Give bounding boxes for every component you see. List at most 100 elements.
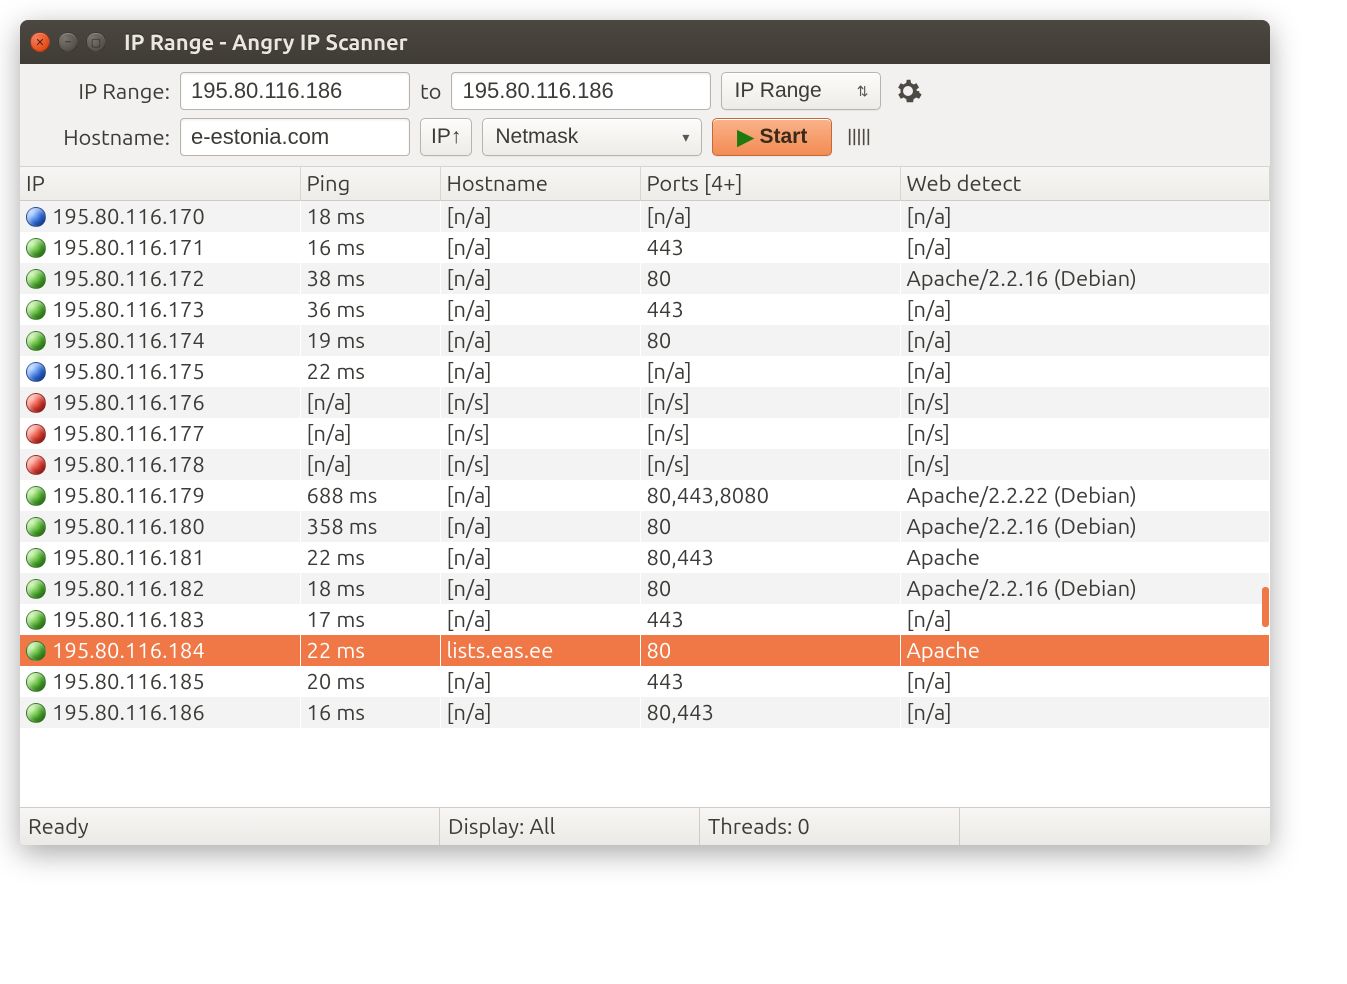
cell-ping: 18 ms — [300, 201, 440, 233]
close-icon[interactable]: ✕ — [30, 32, 50, 52]
table-row[interactable]: 195.80.116.18520 ms[n/a]443[n/a] — [20, 666, 1270, 697]
cell-hostname: lists.eas.ee — [440, 635, 640, 666]
list-menu-icon[interactable] — [842, 120, 876, 154]
cell-ping: 22 ms — [300, 356, 440, 387]
cell-ip: 195.80.116.182 — [52, 576, 205, 601]
cell-ports: 80,443 — [640, 542, 900, 573]
cell-ports: 80 — [640, 573, 900, 604]
cell-ip: 195.80.116.179 — [52, 483, 205, 508]
status-spacer — [960, 808, 1270, 845]
status-threads: Threads: 0 — [700, 808, 960, 845]
status-red-icon — [26, 424, 46, 444]
cell-hostname: [n/a] — [440, 325, 640, 356]
scrollbar-thumb[interactable] — [1262, 587, 1269, 627]
hostname-label: Hostname: — [30, 125, 170, 150]
table-header-row: IP Ping Hostname Ports [4+] Web detect — [20, 167, 1270, 201]
cell-ip: 195.80.116.186 — [52, 700, 205, 725]
mode-select[interactable]: IP Range ⇅ — [721, 72, 881, 110]
results-table: IP Ping Hostname Ports [4+] Web detect 1… — [20, 167, 1270, 728]
col-ports[interactable]: Ports [4+] — [640, 167, 900, 201]
maximize-icon[interactable]: ▢ — [86, 32, 106, 52]
table-row[interactable]: 195.80.116.178[n/a][n/s][n/s][n/s] — [20, 449, 1270, 480]
col-ip[interactable]: IP — [20, 167, 300, 201]
table-row[interactable]: 195.80.116.17419 ms[n/a]80[n/a] — [20, 325, 1270, 356]
cell-ping: [n/a] — [300, 387, 440, 418]
col-webdetect[interactable]: Web detect — [900, 167, 1270, 201]
cell-ip: 195.80.116.175 — [52, 359, 205, 384]
cell-hostname: [n/a] — [440, 356, 640, 387]
table-row[interactable]: 195.80.116.180358 ms[n/a]80Apache/2.2.16… — [20, 511, 1270, 542]
cell-ports: [n/s] — [640, 387, 900, 418]
cell-hostname: [n/a] — [440, 201, 640, 233]
cell-ping: 16 ms — [300, 697, 440, 728]
cell-webdetect: [n/a] — [900, 201, 1270, 233]
cell-webdetect: [n/a] — [900, 356, 1270, 387]
table-row[interactable]: 195.80.116.18122 ms[n/a]80,443Apache — [20, 542, 1270, 573]
cell-webdetect: Apache — [900, 542, 1270, 573]
status-green-icon — [26, 269, 46, 289]
cell-ip: 195.80.116.172 — [52, 266, 205, 291]
minimize-icon[interactable]: – — [58, 32, 78, 52]
table-row[interactable]: 195.80.116.17522 ms[n/a][n/a][n/a] — [20, 356, 1270, 387]
status-green-icon — [26, 610, 46, 630]
cell-hostname: [n/s] — [440, 387, 640, 418]
cell-ports: 443 — [640, 666, 900, 697]
cell-ping: [n/a] — [300, 449, 440, 480]
cell-hostname: [n/a] — [440, 232, 640, 263]
table-row[interactable]: 195.80.116.18616 ms[n/a]80,443[n/a] — [20, 697, 1270, 728]
ip-up-label: IP↑ — [431, 125, 461, 149]
cell-webdetect: Apache/2.2.16 (Debian) — [900, 511, 1270, 542]
cell-ip: 195.80.116.176 — [52, 390, 205, 415]
table-row[interactable]: 195.80.116.17336 ms[n/a]443[n/a] — [20, 294, 1270, 325]
status-display: Display: All — [440, 808, 700, 845]
start-button[interactable]: ▶ Start — [712, 118, 832, 156]
cell-ip: 195.80.116.177 — [52, 421, 205, 446]
window-title: IP Range - Angry IP Scanner — [124, 30, 408, 55]
cell-webdetect: [n/s] — [900, 418, 1270, 449]
ip-up-button[interactable]: IP↑ — [420, 118, 472, 156]
cell-ip: 195.80.116.171 — [52, 235, 205, 260]
table-row[interactable]: 195.80.116.176[n/a][n/s][n/s][n/s] — [20, 387, 1270, 418]
gear-icon[interactable] — [891, 74, 925, 108]
cell-ip: 195.80.116.183 — [52, 607, 205, 632]
cell-ports: [n/s] — [640, 449, 900, 480]
table-body: 195.80.116.17018 ms[n/a][n/a][n/a]195.80… — [20, 201, 1270, 729]
cell-ping: 36 ms — [300, 294, 440, 325]
hostname-input[interactable] — [180, 118, 410, 156]
col-ping[interactable]: Ping — [300, 167, 440, 201]
table-row[interactable]: 195.80.116.18317 ms[n/a]443[n/a] — [20, 604, 1270, 635]
table-row[interactable]: 195.80.116.182 18 ms[n/a]80Apache/2.2.16 … — [20, 573, 1270, 604]
table-row[interactable]: 195.80.116.18422 mslists.eas.ee80Apache — [20, 635, 1270, 666]
cell-ip: 195.80.116.185 — [52, 669, 205, 694]
table-row[interactable]: 195.80.116.17238 ms[n/a]80Apache/2.2.16 … — [20, 263, 1270, 294]
cell-ip: 195.80.116.184 — [52, 638, 205, 663]
cell-webdetect: [n/a] — [900, 666, 1270, 697]
ip-to-input[interactable] — [451, 72, 711, 110]
status-green-icon — [26, 517, 46, 537]
cell-hostname: [n/a] — [440, 697, 640, 728]
status-green-icon — [26, 672, 46, 692]
toolbar-row-1: IP Range: to IP Range ⇅ — [30, 72, 1260, 110]
status-green-icon — [26, 238, 46, 258]
table-row[interactable]: 195.80.116.17018 ms[n/a][n/a][n/a] — [20, 201, 1270, 233]
start-button-label: Start — [760, 125, 808, 149]
cell-ping: 18 ms — [300, 573, 440, 604]
table-row[interactable]: 195.80.116.179688 ms[n/a]80,443,8080Apac… — [20, 480, 1270, 511]
cell-ports: 443 — [640, 294, 900, 325]
col-hostname[interactable]: Hostname — [440, 167, 640, 201]
cell-webdetect: Apache/2.2.16 (Debian) — [900, 573, 1270, 604]
cell-ping: 358 ms — [300, 511, 440, 542]
netmask-select[interactable]: Netmask ▾ — [482, 118, 702, 156]
cell-webdetect: [n/a] — [900, 232, 1270, 263]
cell-hostname: [n/a] — [440, 294, 640, 325]
cell-ports: 443 — [640, 232, 900, 263]
status-ready: Ready — [20, 808, 440, 845]
table-row[interactable]: 195.80.116.177[n/a][n/s][n/s][n/s] — [20, 418, 1270, 449]
ip-from-input[interactable] — [180, 72, 410, 110]
cell-ports: 80,443 — [640, 697, 900, 728]
status-green-icon — [26, 579, 46, 599]
cell-webdetect: [n/s] — [900, 449, 1270, 480]
titlebar: ✕ – ▢ IP Range - Angry IP Scanner — [20, 20, 1270, 64]
cell-hostname: [n/a] — [440, 573, 640, 604]
table-row[interactable]: 195.80.116.17116 ms[n/a]443[n/a] — [20, 232, 1270, 263]
